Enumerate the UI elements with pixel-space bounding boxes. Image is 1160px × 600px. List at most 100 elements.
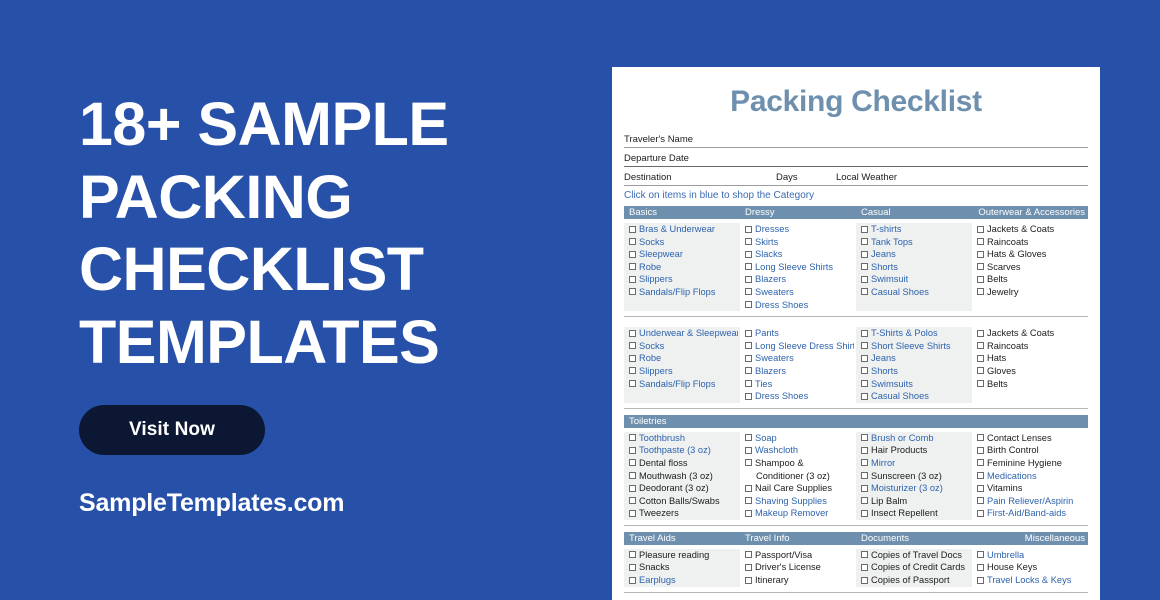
checkbox-icon[interactable]	[977, 380, 984, 388]
checkbox-icon[interactable]	[977, 225, 984, 233]
checkbox-icon[interactable]	[861, 342, 868, 350]
traveler-name-row[interactable]: Traveler's Name	[624, 129, 1088, 148]
checkbox-icon[interactable]	[629, 225, 636, 233]
list-item[interactable]: Deodorant (3 oz)	[629, 482, 738, 495]
list-item[interactable]: Washcloth	[745, 444, 854, 457]
list-item[interactable]: Gloves	[977, 365, 1086, 378]
list-item[interactable]: Pain Reliever/Aspirin	[977, 495, 1086, 508]
checkbox-icon[interactable]	[861, 263, 868, 271]
checkbox-icon[interactable]	[977, 263, 984, 271]
checkbox-icon[interactable]	[977, 459, 984, 467]
checkbox-icon[interactable]	[861, 576, 868, 584]
checkbox-icon[interactable]	[861, 551, 868, 559]
list-item[interactable]: Passport/Visa	[745, 549, 854, 562]
list-item[interactable]: Sandals/Flip Flops	[629, 286, 738, 299]
list-item[interactable]: Blazers	[745, 273, 854, 286]
checkbox-icon[interactable]	[861, 563, 868, 571]
list-item[interactable]: Sandals/Flip Flops	[629, 378, 738, 391]
checkbox-icon[interactable]	[745, 329, 752, 337]
list-item[interactable]: Medications	[977, 470, 1086, 483]
checkbox-icon[interactable]	[629, 446, 636, 454]
checkbox-icon[interactable]	[629, 275, 636, 283]
checkbox-icon[interactable]	[629, 354, 636, 362]
visit-now-button[interactable]: Visit Now	[79, 405, 265, 456]
list-item[interactable]: Swimsuit	[861, 273, 970, 286]
checkbox-icon[interactable]	[861, 238, 868, 246]
checkbox-icon[interactable]	[861, 225, 868, 233]
list-item[interactable]: Shorts	[861, 365, 970, 378]
list-item[interactable]: Dresses	[745, 223, 854, 236]
list-item[interactable]: Toothpaste (3 oz)	[629, 444, 738, 457]
checkbox-icon[interactable]	[629, 497, 636, 505]
list-item[interactable]: Tweezers	[629, 507, 738, 520]
checkbox-icon[interactable]	[745, 551, 752, 559]
checkbox-icon[interactable]	[861, 446, 868, 454]
checkbox-icon[interactable]	[977, 288, 984, 296]
list-item[interactable]: Itinerary	[745, 574, 854, 587]
list-item[interactable]: Jeans	[861, 352, 970, 365]
list-item[interactable]: Pants	[745, 327, 854, 340]
checkbox-icon[interactable]	[977, 329, 984, 337]
list-item[interactable]: Sweaters	[745, 352, 854, 365]
list-item[interactable]: Socks	[629, 236, 738, 249]
list-item[interactable]: Belts	[977, 273, 1086, 286]
checkbox-icon[interactable]	[745, 342, 752, 350]
list-item[interactable]: Copies of Passport	[861, 574, 970, 587]
list-item[interactable]: Dress Shoes	[745, 390, 854, 403]
checkbox-icon[interactable]	[977, 434, 984, 442]
checkbox-icon[interactable]	[861, 459, 868, 467]
list-item[interactable]: Jackets & Coats	[977, 327, 1086, 340]
checkbox-icon[interactable]	[629, 509, 636, 517]
checkbox-icon[interactable]	[745, 301, 752, 309]
list-item[interactable]: Sunscreen (3 oz)	[861, 470, 970, 483]
list-item[interactable]: Skirts	[745, 236, 854, 249]
list-item[interactable]: Soap	[745, 432, 854, 445]
list-item[interactable]: Copies of Travel Docs	[861, 549, 970, 562]
checkbox-icon[interactable]	[977, 367, 984, 375]
list-item[interactable]: Moisturizer (3 oz)	[861, 482, 970, 495]
list-item[interactable]: Scarves	[977, 261, 1086, 274]
list-item[interactable]: Jewelry	[977, 286, 1086, 299]
checkbox-icon[interactable]	[745, 275, 752, 283]
checkbox-icon[interactable]	[629, 434, 636, 442]
checkbox-icon[interactable]	[745, 380, 752, 388]
checkbox-icon[interactable]	[745, 434, 752, 442]
checkbox-icon[interactable]	[861, 354, 868, 362]
checkbox-icon[interactable]	[745, 459, 752, 467]
list-item[interactable]: Nail Care Supplies	[745, 482, 854, 495]
list-item[interactable]: Hats & Gloves	[977, 248, 1086, 261]
list-item[interactable]: T-shirts	[861, 223, 970, 236]
list-item[interactable]: Dress Shoes	[745, 299, 854, 312]
checkbox-icon[interactable]	[629, 342, 636, 350]
list-item[interactable]: Long Sleeve Shirts	[745, 261, 854, 274]
list-item[interactable]: Mouthwash (3 oz)	[629, 470, 738, 483]
list-item[interactable]: Vitamins	[977, 482, 1086, 495]
list-item[interactable]: Raincoats	[977, 340, 1086, 353]
checkbox-icon[interactable]	[861, 288, 868, 296]
departure-date-row[interactable]: Departure Date	[624, 148, 1088, 167]
checkbox-icon[interactable]	[629, 288, 636, 296]
list-item[interactable]: Insect Repellent	[861, 507, 970, 520]
checkbox-icon[interactable]	[745, 238, 752, 246]
list-item[interactable]: Blazers	[745, 365, 854, 378]
checkbox-icon[interactable]	[745, 288, 752, 296]
checkbox-icon[interactable]	[977, 238, 984, 246]
checkbox-icon[interactable]	[977, 342, 984, 350]
list-item[interactable]: Jeans	[861, 248, 970, 261]
checkbox-icon[interactable]	[861, 509, 868, 517]
list-item[interactable]: Hats	[977, 352, 1086, 365]
checkbox-icon[interactable]	[977, 509, 984, 517]
list-item[interactable]: Sweaters	[745, 286, 854, 299]
checkbox-icon[interactable]	[977, 472, 984, 479]
checkbox-icon[interactable]	[977, 354, 984, 362]
list-item[interactable]: Contact Lenses	[977, 432, 1086, 445]
list-item[interactable]: Makeup Remover	[745, 507, 854, 520]
checkbox-icon[interactable]	[745, 250, 752, 258]
checkbox-icon[interactable]	[861, 497, 868, 505]
checkbox-icon[interactable]	[977, 446, 984, 454]
list-item[interactable]: Slippers	[629, 365, 738, 378]
list-item[interactable]: Earplugs	[629, 574, 738, 587]
checkbox-icon[interactable]	[629, 472, 636, 479]
list-item[interactable]: Swimsuits	[861, 378, 970, 391]
list-item[interactable]: Birth Control	[977, 444, 1086, 457]
